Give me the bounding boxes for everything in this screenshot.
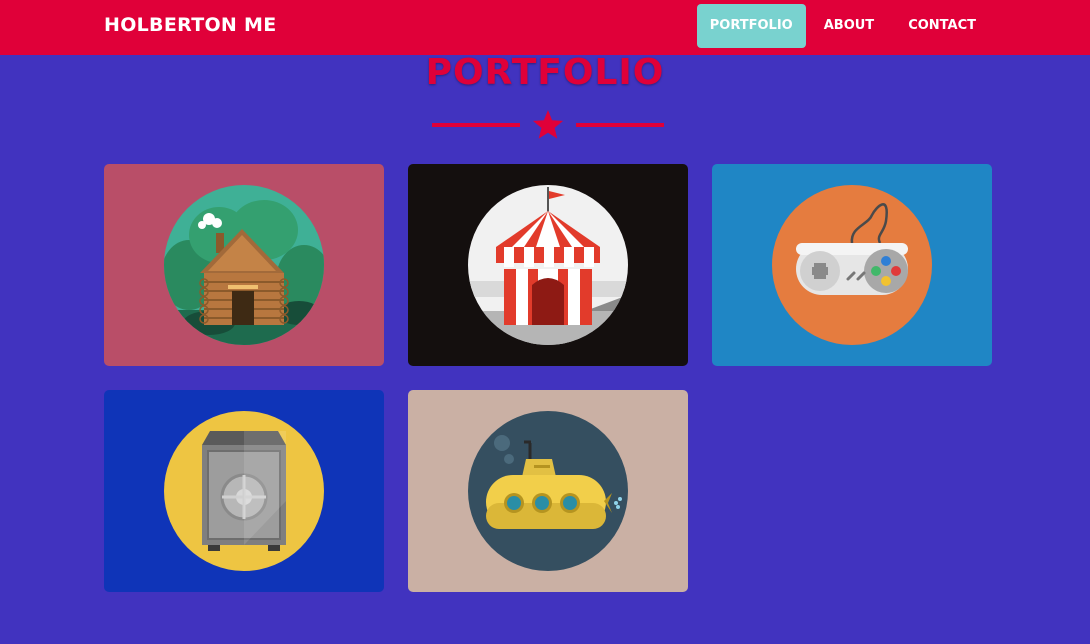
portfolio-item-controller[interactable] <box>712 164 992 366</box>
nav-menu: PORTFOLIO ABOUT CONTACT <box>696 4 992 48</box>
portfolio-item-circus[interactable] <box>408 164 688 366</box>
portfolio-item-safe[interactable] <box>104 390 384 592</box>
brand-link[interactable]: HOLBERTON ME <box>104 14 277 36</box>
portfolio-title: PORTFOLIO <box>425 52 665 93</box>
circus-tent-icon <box>468 185 628 345</box>
navbar: HOLBERTON ME PORTFOLIO ABOUT CONTACT <box>0 0 1090 55</box>
star-icon <box>532 110 564 139</box>
submarine-icon <box>468 411 628 571</box>
portfolio-item-cabin[interactable] <box>104 164 384 366</box>
cabin-icon <box>164 185 324 345</box>
star-divider <box>432 110 664 139</box>
portfolio-item-submarine[interactable] <box>408 390 688 592</box>
nav-portfolio-link[interactable]: PORTFOLIO <box>696 4 806 48</box>
safe-icon <box>164 411 324 571</box>
nav-contact-link[interactable]: CONTACT <box>892 4 992 48</box>
game-controller-icon <box>772 185 932 345</box>
nav-about-link[interactable]: ABOUT <box>808 4 890 48</box>
